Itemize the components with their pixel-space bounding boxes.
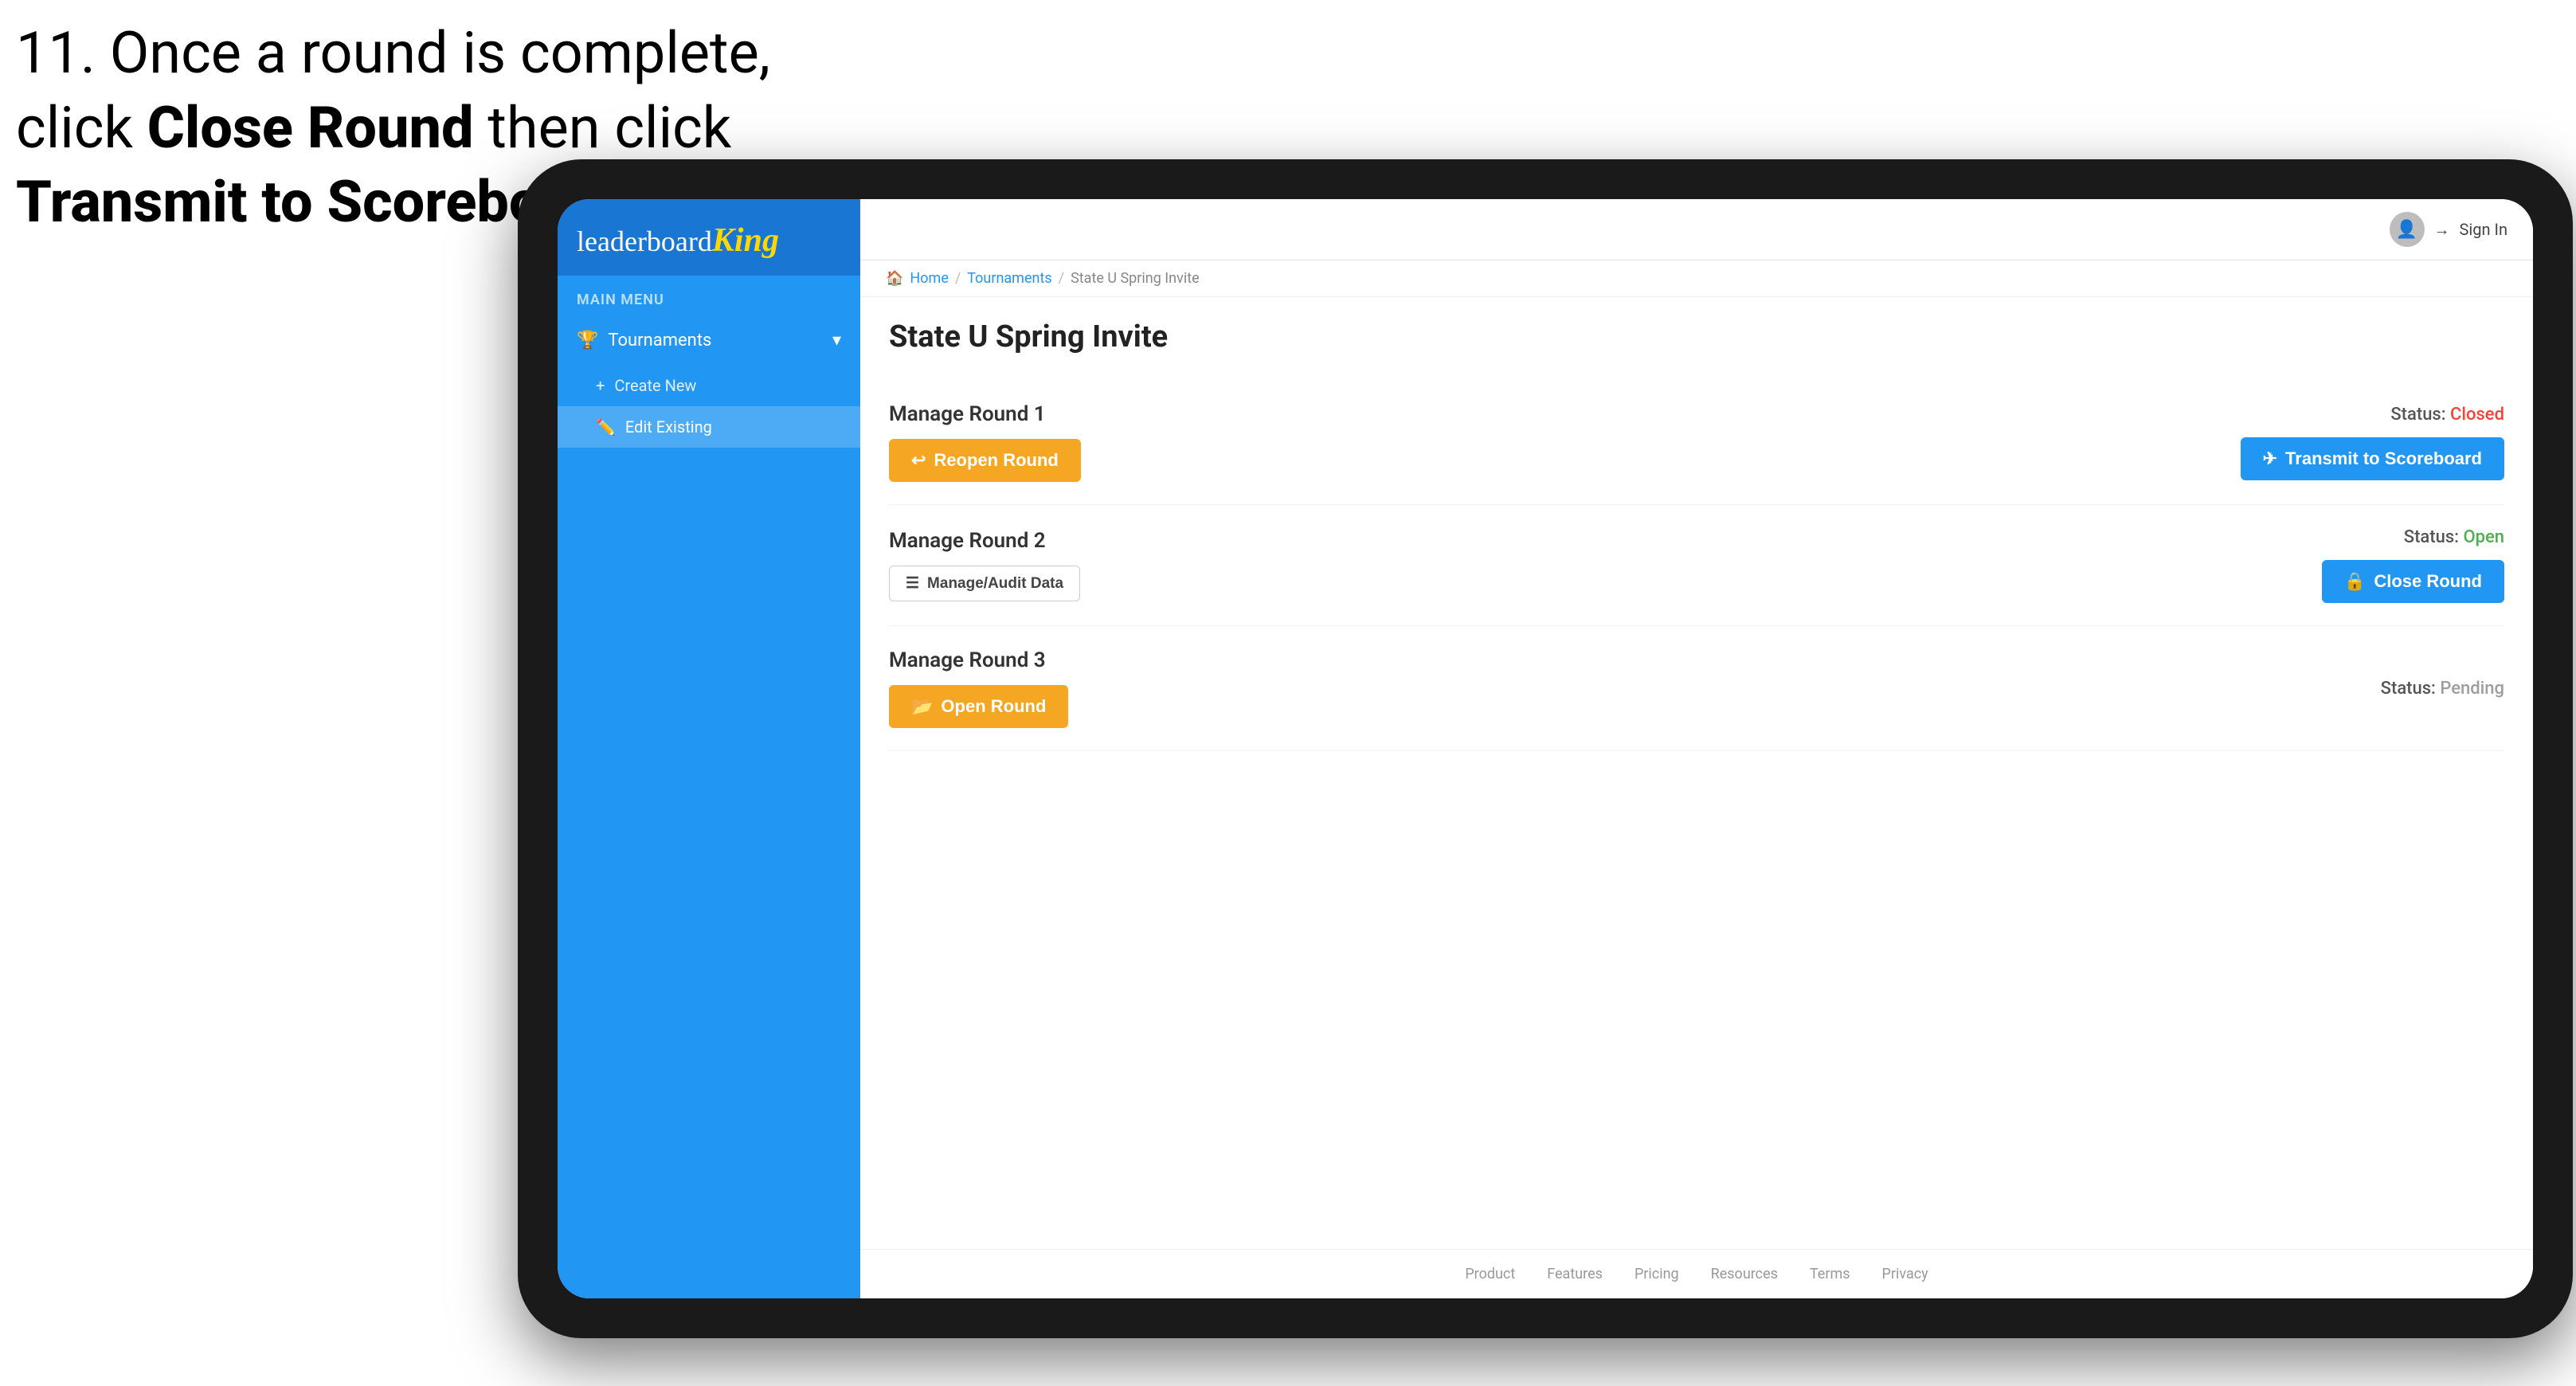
round1-right: Status: Closed ✈ Transmit to Scoreboard bbox=[2241, 405, 2504, 480]
round2-status-value: Open bbox=[2463, 527, 2504, 547]
tournaments-label: Tournaments bbox=[608, 331, 711, 350]
round2-title: Manage Round 2 bbox=[889, 529, 1080, 553]
footer-features[interactable]: Features bbox=[1547, 1266, 1603, 1282]
reopen-round-button[interactable]: ↩ Reopen Round bbox=[889, 439, 1081, 482]
main-menu-label: MAIN MENU bbox=[558, 276, 860, 316]
breadcrumb-tournaments[interactable]: Tournaments bbox=[967, 270, 1051, 287]
round1-status-value: Closed bbox=[2450, 405, 2504, 425]
footer-terms[interactable]: Terms bbox=[1810, 1266, 1850, 1282]
round-row-2: Manage Round 2 ☰ Manage/Audit Data Statu… bbox=[889, 505, 2504, 626]
sign-in-area[interactable]: 👤 → Sign In bbox=[2390, 212, 2507, 247]
sidebar: leaderboardKing MAIN MENU 🏆 Tournaments … bbox=[558, 199, 860, 1298]
main-content: 👤 → Sign In 🏠 Home / Tournaments / State… bbox=[860, 199, 2533, 1298]
breadcrumb: 🏠 Home / Tournaments / State U Spring In… bbox=[860, 260, 2533, 297]
app-layout: leaderboardKing MAIN MENU 🏆 Tournaments … bbox=[558, 199, 2533, 1298]
signin-label: Sign In bbox=[2460, 220, 2507, 239]
breadcrumb-sep2: / bbox=[1059, 270, 1064, 287]
round-row-3: Manage Round 3 📂 Open Round Status: Pend… bbox=[889, 626, 2504, 751]
folder-icon: 📂 bbox=[911, 696, 933, 717]
close-round-label: Close Round bbox=[2374, 571, 2482, 592]
footer-pricing[interactable]: Pricing bbox=[1634, 1266, 1679, 1282]
signin-arrow-icon: → bbox=[2434, 220, 2450, 240]
create-new-label: Create New bbox=[614, 376, 696, 395]
instruction-bold1: Close Round bbox=[147, 94, 474, 162]
sidebar-logo-area: leaderboardKing bbox=[558, 199, 860, 276]
instruction-line1: 11. Once a round is complete, bbox=[16, 19, 770, 87]
transmit-to-scoreboard-button[interactable]: ✈ Transmit to Scoreboard bbox=[2241, 437, 2504, 480]
edit-icon: ✏️ bbox=[596, 417, 616, 437]
round1-status: Status: Closed bbox=[2390, 405, 2504, 425]
footer-product[interactable]: Product bbox=[1465, 1266, 1515, 1282]
header-bar: 👤 → Sign In bbox=[860, 199, 2533, 260]
lock-icon: 🔒 bbox=[2344, 571, 2366, 592]
open-round-button[interactable]: 📂 Open Round bbox=[889, 685, 1068, 728]
round3-status-value: Pending bbox=[2440, 679, 2504, 699]
footer-resources[interactable]: Resources bbox=[1711, 1266, 1778, 1282]
round3-title: Manage Round 3 bbox=[889, 648, 1068, 672]
reopen-icon: ↩ bbox=[911, 450, 926, 471]
round2-left: Manage Round 2 ☰ Manage/Audit Data bbox=[889, 529, 1080, 601]
reopen-round-label: Reopen Round bbox=[934, 450, 1058, 471]
list-icon: ☰ bbox=[906, 574, 919, 593]
content-area: State U Spring Invite Manage Round 1 ↩ R… bbox=[860, 297, 2533, 1249]
footer-privacy[interactable]: Privacy bbox=[1882, 1266, 1928, 1282]
breadcrumb-current: State U Spring Invite bbox=[1071, 270, 1200, 287]
sidebar-item-tournaments[interactable]: 🏆 Tournaments ▾ bbox=[558, 316, 860, 365]
tablet-screen: leaderboardKing MAIN MENU 🏆 Tournaments … bbox=[558, 199, 2533, 1298]
sidebar-sub-create-new[interactable]: + Create New bbox=[558, 365, 860, 406]
round1-left: Manage Round 1 ↩ Reopen Round bbox=[889, 402, 1081, 482]
tournaments-item-left: 🏆 Tournaments bbox=[577, 331, 711, 350]
manage-audit-button[interactable]: ☰ Manage/Audit Data bbox=[889, 566, 1080, 601]
home-icon: 🏠 bbox=[886, 270, 903, 287]
logo-king: King bbox=[712, 222, 779, 259]
logo: leaderboardKing bbox=[577, 221, 841, 260]
round2-status: Status: Open bbox=[2404, 527, 2504, 547]
sidebar-sub-edit-existing[interactable]: ✏️ Edit Existing bbox=[558, 406, 860, 448]
round3-left: Manage Round 3 📂 Open Round bbox=[889, 648, 1068, 728]
page-title: State U Spring Invite bbox=[889, 319, 2504, 354]
close-round-button[interactable]: 🔒 Close Round bbox=[2322, 560, 2504, 603]
breadcrumb-home[interactable]: Home bbox=[910, 270, 948, 287]
round-row-1: Manage Round 1 ↩ Reopen Round Status: Cl… bbox=[889, 380, 2504, 505]
manage-audit-label: Manage/Audit Data bbox=[927, 575, 1063, 593]
instruction-line3: then click bbox=[474, 94, 732, 162]
transmit-icon: ✈ bbox=[2263, 448, 2277, 469]
chevron-down-icon: ▾ bbox=[832, 331, 841, 350]
instruction-line2: click bbox=[16, 94, 147, 162]
breadcrumb-sep1: / bbox=[955, 270, 961, 287]
round1-title: Manage Round 1 bbox=[889, 402, 1081, 426]
logo-leaderboard: leaderboard bbox=[577, 225, 712, 257]
transmit-label: Transmit to Scoreboard bbox=[2285, 448, 2482, 469]
edit-existing-label: Edit Existing bbox=[625, 417, 712, 437]
footer: Product Features Pricing Resources Terms… bbox=[860, 1249, 2533, 1298]
trophy-icon: 🏆 bbox=[577, 331, 598, 350]
round3-right: Status: Pending bbox=[2381, 679, 2504, 699]
tablet-device: leaderboardKing MAIN MENU 🏆 Tournaments … bbox=[518, 159, 2573, 1338]
round2-right: Status: Open 🔒 Close Round bbox=[2322, 527, 2504, 603]
round3-status: Status: Pending bbox=[2381, 679, 2504, 699]
avatar: 👤 bbox=[2390, 212, 2425, 247]
open-round-label: Open Round bbox=[941, 696, 1046, 717]
plus-icon: + bbox=[596, 376, 605, 395]
